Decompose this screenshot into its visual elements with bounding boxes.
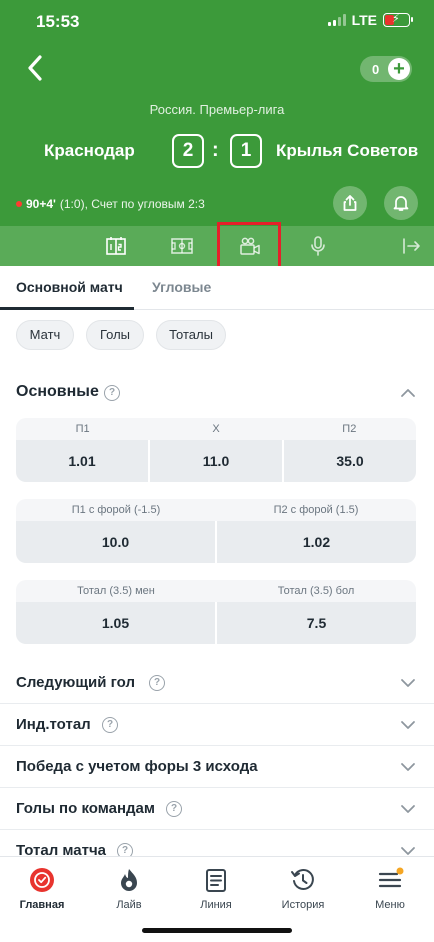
odds-button[interactable]: 11.0 [150, 440, 282, 482]
odds-header: П1 [75, 423, 90, 435]
audio-tab[interactable] [306, 234, 330, 258]
odds-table-total: Тотал (3.5) мен Тотал (3.5) бол 1.05 7.5 [16, 580, 416, 644]
score-separator: : [212, 139, 219, 161]
market-row-handicap-3way[interactable]: Победа с учетом форы 3 исхода [0, 746, 434, 788]
menu-icon [378, 867, 404, 888]
nav-label: Меню [375, 899, 405, 911]
section-title[interactable]: Основные [16, 383, 99, 401]
help-icon[interactable]: ? [149, 675, 165, 691]
home-indicator [142, 928, 292, 933]
odds-button[interactable]: 1.05 [16, 602, 215, 644]
away-score: 1 [230, 134, 262, 168]
active-tab-underline [0, 307, 134, 310]
chevron-up-icon[interactable] [400, 385, 416, 401]
status-time: 15:53 [36, 12, 80, 31]
market-title: Инд.тотал [16, 716, 91, 733]
market-title: Голы по командам [16, 800, 155, 817]
odds-header: П1 с форой (-1.5) [71, 504, 161, 516]
odds-button[interactable]: 1.02 [217, 521, 416, 563]
odds-button[interactable]: 7.5 [217, 602, 416, 644]
market-row-ind-total[interactable]: Инд.тотал ? [0, 704, 434, 746]
external-tab[interactable] [400, 234, 424, 258]
match-header: 15:53 LTE ⚡ 0 + Россия. Премьер-лига Кра… [0, 0, 434, 226]
market-row-next-goal[interactable]: Следующий гол ? [0, 662, 434, 704]
scoreboard-tab[interactable] [104, 234, 128, 258]
chevron-down-icon [401, 763, 415, 771]
microphone-icon [311, 236, 325, 256]
nav-history[interactable]: История [268, 865, 338, 911]
nav-label: История [281, 899, 325, 911]
flame-icon [121, 869, 137, 891]
nav-line[interactable]: Линия [181, 865, 251, 911]
arrow-right-bar-icon [403, 238, 420, 254]
filter-chip-match[interactable]: Матч [16, 320, 74, 350]
help-icon[interactable]: ? [104, 385, 120, 401]
field-icon [171, 238, 193, 254]
help-icon[interactable]: ? [166, 801, 182, 817]
league-name: Россия. Премьер-лига [149, 102, 285, 117]
live-dot-icon [16, 201, 22, 207]
odds-header: П2 с форой (1.5) [273, 504, 359, 516]
market-title: Следующий гол [16, 674, 135, 691]
odds-button[interactable]: 10.0 [16, 521, 215, 563]
market-title: Победа с учетом форы 3 исхода [16, 758, 258, 775]
nav-menu[interactable]: Меню [355, 865, 425, 911]
odds-header: X [212, 423, 220, 435]
market-row-team-goals[interactable]: Голы по командам ? [0, 788, 434, 830]
chevron-down-icon [401, 679, 415, 687]
home-team: Краснодар [44, 141, 135, 160]
nav-home[interactable]: Главная [7, 865, 77, 911]
status-indicators: LTE ⚡ [327, 12, 413, 28]
market-tabs: Основной матч Угловые [0, 266, 434, 310]
history-icon [291, 868, 314, 890]
field-tab[interactable] [170, 234, 194, 258]
nav-live[interactable]: Лайв [94, 865, 164, 911]
tab-main-match[interactable]: Основной матч [16, 279, 123, 295]
home-badge-icon [30, 868, 54, 892]
filter-chip-totals[interactable]: Тоталы [156, 320, 226, 350]
chevron-left-icon [28, 55, 42, 81]
tab-corners[interactable]: Угловые [152, 279, 211, 295]
chevron-down-icon [401, 805, 415, 813]
share-icon [343, 195, 357, 211]
odds-header: П2 [342, 423, 357, 435]
list-icon [206, 869, 226, 892]
battery-icon: ⚡ [383, 13, 413, 27]
notifications-button[interactable] [384, 186, 418, 220]
odds-header: Тотал (3.5) бол [277, 585, 355, 597]
home-score: 2 [172, 134, 204, 168]
share-button[interactable] [333, 186, 367, 220]
filter-chip-goals[interactable]: Голы [86, 320, 144, 350]
nav-label: Главная [19, 899, 65, 911]
odds-button[interactable]: 1.01 [16, 440, 148, 482]
back-button[interactable] [22, 52, 50, 84]
balance-value: 0 [372, 61, 380, 77]
scoreboard-icon [106, 237, 126, 255]
network-label: LTE [351, 12, 377, 28]
balance-button[interactable]: 0 + [360, 56, 412, 82]
live-time: 90+4' [26, 197, 56, 211]
odds-button[interactable]: 35.0 [284, 440, 416, 482]
live-info: 90+4' (1:0), Счет по угловым 2:3 [16, 197, 205, 211]
plus-icon: + [388, 58, 410, 80]
nav-label: Лайв [116, 899, 142, 911]
odds-table-handicap: П1 с форой (-1.5) П2 с форой (1.5) 10.0 … [16, 499, 416, 563]
odds-header: Тотал (3.5) мен [77, 585, 155, 597]
help-icon[interactable]: ? [102, 717, 118, 733]
odds-table-1x2: П1 X П2 1.01 11.0 35.0 [16, 418, 416, 482]
nav-label: Линия [200, 899, 232, 911]
away-team: Крылья Советов [276, 141, 419, 160]
signal-icon [327, 14, 346, 26]
live-details: (1:0), Счет по угловым 2:3 [59, 197, 205, 211]
bell-icon [393, 196, 409, 211]
chevron-down-icon [401, 721, 415, 729]
